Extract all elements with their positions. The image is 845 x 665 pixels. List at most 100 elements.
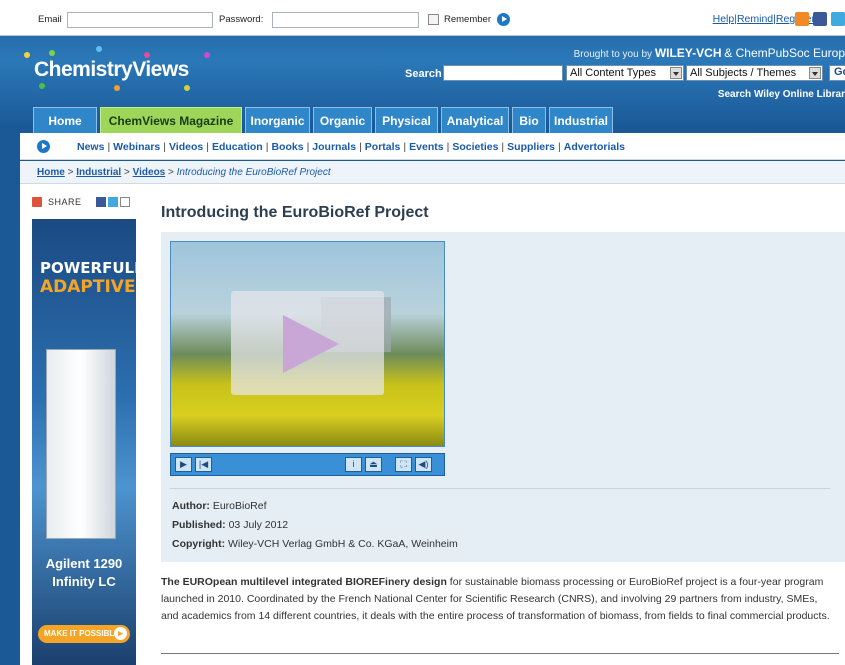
info-icon[interactable]: i — [345, 457, 362, 472]
make-it-possible-button[interactable]: MAKE IT POSSIBLE — [38, 625, 130, 643]
article-body: The EUROpean multilevel integrated BIORE… — [161, 574, 833, 625]
breadcrumb-current: Introducing the EuroBioRef Project — [176, 167, 331, 178]
volume-icon[interactable]: ◀) — [415, 457, 432, 472]
nav-journals[interactable]: Journals — [312, 141, 356, 153]
video-player[interactable] — [170, 241, 445, 447]
nav-arrow-icon — [37, 140, 50, 153]
logo-dot — [96, 46, 102, 52]
breadcrumb-industrial[interactable]: Industrial — [76, 167, 121, 178]
chevron-down-icon — [670, 67, 682, 79]
nav-suppliers[interactable]: Suppliers — [507, 141, 555, 153]
video-controls: ▶ |◀ i ⏏ ⛶ ◀) — [170, 453, 445, 476]
author-label: Author: — [172, 500, 210, 512]
tab-analytical[interactable]: Analytical — [441, 107, 509, 134]
left-column: SHARE POWERFULLY ADAPTIVE Agilent 1290 In… — [20, 184, 150, 665]
nav-books[interactable]: Books — [271, 141, 303, 153]
nav-advertorials[interactable]: Advertorials — [564, 141, 625, 153]
breadcrumb-trail: Home > Industrial > Videos > Introducing… — [37, 167, 331, 178]
author-value: EuroBioRef — [212, 500, 267, 512]
email-share-icon[interactable] — [120, 197, 130, 207]
article-meta: Author: EuroBioRef Published: 03 July 20… — [172, 497, 458, 554]
divider — [161, 653, 839, 654]
tab-industrial[interactable]: Industrial — [549, 107, 613, 134]
ad-headline: POWERFULLY — [40, 259, 136, 277]
breadcrumb-home[interactable]: Home — [37, 167, 65, 178]
tab-physical[interactable]: Physical — [375, 107, 438, 134]
published-value: 03 July 2012 — [228, 519, 289, 531]
twitter-icon[interactable] — [831, 12, 845, 26]
password-label: Password: — [219, 14, 264, 25]
nav-webinars[interactable]: Webinars — [113, 141, 160, 153]
password-field[interactable] — [272, 12, 419, 28]
logo-dot — [144, 52, 150, 58]
logo-dot — [49, 50, 55, 56]
chempubsoc-logo: & ChemPubSoc Europ — [724, 46, 845, 60]
logo-dot — [39, 83, 45, 89]
eject-icon[interactable]: ⏏ — [365, 457, 382, 472]
agilent-ad[interactable]: POWERFULLY ADAPTIVE Agilent 1290 Infinity… — [32, 219, 136, 665]
divider — [170, 488, 830, 489]
chevron-down-icon — [809, 67, 821, 79]
brought-by: Brought to you by WILEY-VCH & ChemPubSoc… — [574, 46, 845, 60]
nav-videos[interactable]: Videos — [169, 141, 203, 153]
email-label: Email — [38, 14, 62, 25]
breadcrumb-videos[interactable]: Videos — [133, 167, 166, 178]
tab-bio[interactable]: Bio — [512, 107, 546, 134]
content-type-select[interactable]: All Content Types — [566, 65, 684, 81]
nav-portals[interactable]: Portals — [365, 141, 401, 153]
remember-label: Remember — [444, 14, 491, 25]
share-label[interactable]: SHARE — [48, 197, 82, 207]
search-go-button[interactable]: Go — [829, 65, 845, 81]
facebook-icon[interactable] — [813, 12, 827, 26]
fullscreen-icon[interactable]: ⛶ — [395, 457, 412, 472]
page-title: Introducing the EuroBioRef Project — [161, 204, 429, 221]
article-body-lead: The EUROpean multilevel integrated BIORE… — [161, 576, 447, 588]
instrument-image — [46, 349, 116, 539]
logo-dot — [114, 85, 120, 91]
tab-home[interactable]: Home — [33, 107, 97, 134]
chemistryviews-logo[interactable]: ChemistryViews — [24, 46, 210, 91]
tab-chemviews-magazine[interactable]: ChemViews Magazine — [100, 107, 242, 134]
ad-subheadline: ADAPTIVE — [40, 277, 136, 297]
rss-icon[interactable] — [795, 12, 809, 26]
published-label: Published: — [172, 519, 226, 531]
twitter-share-icon[interactable] — [108, 197, 118, 207]
nav-education[interactable]: Education — [212, 141, 263, 153]
copyright-label: Copyright: — [172, 538, 226, 550]
nav-news[interactable]: News — [77, 141, 104, 153]
login-bar: Email Password: Remember Help|Remind|Reg… — [0, 0, 845, 36]
copyright-line: Copyright: Wiley-VCH Verlag GmbH & Co. K… — [172, 535, 458, 554]
email-field[interactable] — [67, 12, 213, 28]
help-link[interactable]: Help — [713, 13, 735, 25]
ad-product-line2: Infinity LC — [52, 574, 116, 589]
remember-checkbox[interactable] — [428, 14, 439, 25]
rewind-icon[interactable]: |◀ — [195, 457, 212, 472]
sub-nav: News | Webinars | Videos | Education | Books | Jou… — [20, 133, 845, 160]
video-panel: ▶ |◀ i ⏏ ⛶ ◀) Author: EuroBioRef Publish… — [161, 232, 845, 562]
facebook-share-icon[interactable] — [96, 197, 106, 207]
main-content: Introducing the EuroBioRef Project ▶ |◀ … — [150, 184, 845, 665]
login-go-icon[interactable] — [497, 13, 510, 26]
search-wiley-link[interactable]: Search Wiley Online Librar — [718, 89, 845, 100]
ad-product-line1: Agilent 1290 — [45, 556, 123, 571]
brought-by-label: Brought to you by — [573, 49, 653, 60]
logo-dot — [24, 52, 30, 58]
content-type-value: All Content Types — [570, 67, 657, 79]
play-icon[interactable] — [231, 291, 384, 395]
remind-link[interactable]: Remind — [737, 13, 773, 25]
ad-product: Agilent 1290 Infinity LC — [32, 555, 136, 591]
play-small-icon[interactable]: ▶ — [175, 457, 192, 472]
search-input[interactable] — [443, 65, 563, 81]
subject-value: All Subjects / Themes — [690, 67, 797, 79]
nav-events[interactable]: Events — [409, 141, 443, 153]
logo-text: ChemistryViews — [34, 58, 189, 81]
copyright-value: Wiley-VCH Verlag GmbH & Co. KGaA, Weinhe… — [228, 538, 458, 550]
page: Email Password: Remember Help|Remind|Reg… — [0, 0, 845, 665]
search-label: Search — [405, 68, 442, 80]
logo-dot — [204, 52, 210, 58]
tab-organic[interactable]: Organic — [313, 107, 372, 134]
nav-societies[interactable]: Societies — [452, 141, 498, 153]
tab-inorganic[interactable]: Inorganic — [245, 107, 310, 134]
subject-select[interactable]: All Subjects / Themes — [686, 65, 823, 81]
share-icon[interactable] — [32, 197, 42, 207]
